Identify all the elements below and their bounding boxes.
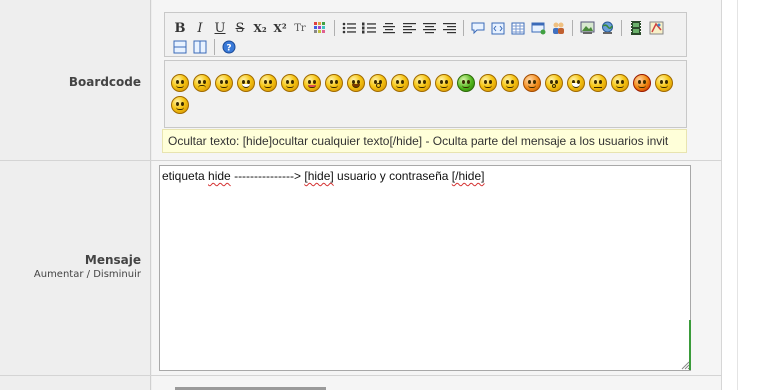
label-column: Boardcode Mensaje Aumentar / Disminuir — [0, 0, 151, 390]
smiley-confused-icon[interactable] — [391, 74, 409, 92]
superscript-icon[interactable]: X² — [271, 19, 289, 37]
sub-glyph: X₂ — [253, 21, 267, 35]
split-vertical-icon[interactable] — [191, 38, 209, 56]
smiley-devil-icon[interactable] — [633, 74, 651, 92]
smiley-neutral-icon[interactable] — [589, 74, 607, 92]
color-grid-icon[interactable] — [311, 19, 329, 37]
bold-icon[interactable]: B — [171, 19, 189, 37]
underline-icon[interactable]: U — [211, 19, 229, 37]
smiley-panel — [164, 68, 687, 128]
numbered-list-icon[interactable] — [360, 19, 378, 37]
strike-glyph: S — [235, 20, 245, 36]
link-globe-icon[interactable] — [598, 19, 616, 37]
smiley-bigeyes-icon[interactable] — [567, 74, 585, 92]
smiley-tired-icon[interactable] — [479, 74, 497, 92]
smiley-wink-icon[interactable] — [281, 74, 299, 92]
align-right-icon[interactable] — [420, 19, 438, 37]
table-icon[interactable] — [509, 19, 527, 37]
help-icon[interactable]: ? — [220, 38, 238, 56]
sup-glyph: X² — [273, 21, 287, 35]
smiley-sick-icon[interactable] — [435, 74, 453, 92]
subscript-icon[interactable]: X₂ — [251, 19, 269, 37]
toolbar-divider — [214, 39, 215, 55]
smiley-oh-icon[interactable] — [545, 74, 563, 92]
smiley-shocked-icon[interactable] — [523, 74, 541, 92]
smiley-sad-icon[interactable] — [193, 74, 211, 92]
typewriter-text-icon[interactable]: Tr — [291, 19, 309, 37]
smiley-green-icon[interactable] — [457, 74, 475, 92]
bbcode-hint: Ocultar texto: [hide]ocultar cualquier t… — [162, 129, 687, 153]
row-divider — [0, 160, 722, 161]
quote-icon[interactable] — [469, 19, 487, 37]
toolbar-divider — [463, 20, 464, 36]
smiley-x-eyes-icon[interactable] — [171, 96, 189, 114]
smiley-blink-icon[interactable] — [413, 74, 431, 92]
smiley-hmm-icon[interactable] — [655, 74, 673, 92]
italic-glyph: I — [197, 20, 203, 36]
bold-glyph: B — [174, 20, 186, 36]
row-divider — [0, 375, 722, 376]
users-icon[interactable] — [549, 19, 567, 37]
smiley-tongue-icon[interactable] — [303, 74, 321, 92]
smiley-cool-icon[interactable] — [171, 74, 189, 92]
flash-icon[interactable] — [647, 19, 665, 37]
align-center-icon[interactable] — [400, 19, 418, 37]
smiley-smile-icon[interactable] — [215, 74, 233, 92]
underline-glyph: U — [214, 20, 226, 36]
resize-links: Aumentar / Disminuir — [34, 269, 141, 280]
disminuir-link[interactable]: Disminuir — [93, 269, 141, 280]
mensaje-label: Mensaje — [84, 253, 141, 267]
video-icon[interactable] — [627, 19, 645, 37]
smiley-dizzy-icon[interactable] — [611, 74, 629, 92]
split-horizontal-icon[interactable] — [171, 38, 189, 56]
smiley-happy-icon[interactable] — [259, 74, 277, 92]
bbcode-toolbar: B I U S X₂ X² Tr ? — [164, 12, 687, 57]
smiley-rolleyes-icon[interactable] — [501, 74, 519, 92]
spoiler-icon[interactable] — [529, 19, 547, 37]
toolbar-divider — [334, 20, 335, 36]
boardcode-label: Boardcode — [68, 75, 141, 89]
message-textarea[interactable] — [159, 165, 691, 371]
toolbar-divider — [572, 20, 573, 36]
svg-text:?: ? — [226, 44, 231, 54]
code-icon[interactable] — [489, 19, 507, 37]
smiley-laugh-icon[interactable] — [347, 74, 365, 92]
resize-grip-icon[interactable] — [681, 361, 690, 370]
toolbar-row-2: ? — [171, 38, 240, 56]
smiley-grin-icon[interactable] — [237, 74, 255, 92]
toolbar-divider — [621, 20, 622, 36]
toolbar-row-1: B I U S X₂ X² Tr — [171, 19, 667, 37]
italic-icon[interactable]: I — [191, 19, 209, 37]
strikethrough-icon[interactable]: S — [231, 19, 249, 37]
smiley-grid — [171, 74, 681, 118]
align-left-icon[interactable] — [380, 19, 398, 37]
resize-separator: / — [86, 269, 91, 280]
image-icon[interactable] — [578, 19, 596, 37]
page-edge — [737, 0, 738, 390]
smiley-surprised-icon[interactable] — [369, 74, 387, 92]
aumentar-link[interactable]: Aumentar — [34, 269, 84, 280]
smiley-squint-icon[interactable] — [325, 74, 343, 92]
bulleted-list-icon[interactable] — [340, 19, 358, 37]
align-justify-icon[interactable] — [440, 19, 458, 37]
tt-glyph: Tr — [294, 22, 306, 34]
